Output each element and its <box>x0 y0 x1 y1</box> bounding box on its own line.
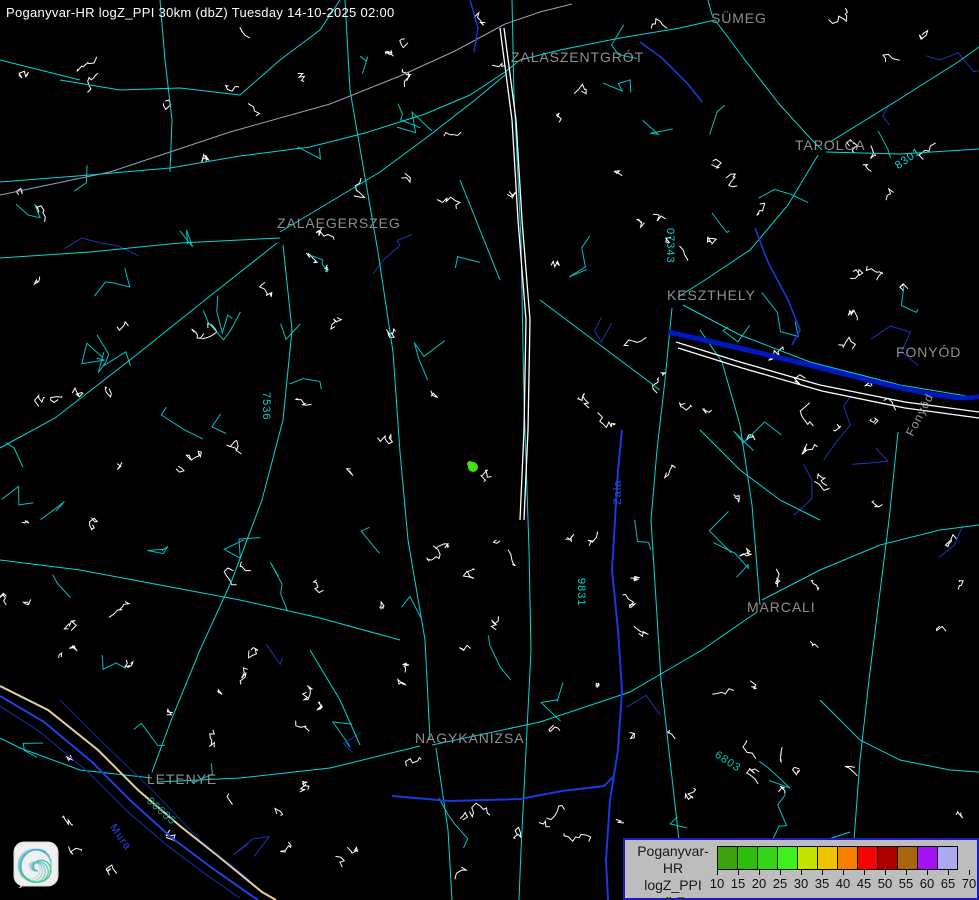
legend-tick <box>738 870 739 875</box>
legend-cell-15 <box>737 846 758 870</box>
legend-color-bar <box>717 846 958 870</box>
radar-map <box>0 0 979 900</box>
legend-cell-10 <box>717 846 738 870</box>
radar-screen: SÜMEG ZALASZENTGRÓT TAPOLCA ZALAEGERSZEG… <box>0 0 979 900</box>
legend-cell-55 <box>897 846 918 870</box>
spiral-logo-icon <box>13 841 59 887</box>
legend-tick <box>927 870 928 875</box>
legend-tick-label: 45 <box>857 876 871 891</box>
legend-cell-50 <box>877 846 898 870</box>
legend-tick-label: 40 <box>836 876 850 891</box>
legend-cell-25 <box>777 846 798 870</box>
legend-tick <box>948 870 949 875</box>
legend-tick-label: 50 <box>878 876 892 891</box>
legend-tick-label: 25 <box>773 876 787 891</box>
legend-tick-label: 55 <box>899 876 913 891</box>
legend-radar-name: Poganyvar-HR <box>631 843 715 877</box>
radar-echo <box>467 461 478 472</box>
legend-tick <box>906 870 907 875</box>
met-logo <box>13 841 59 887</box>
legend-tick-label: 15 <box>731 876 745 891</box>
legend-tick-label: 35 <box>815 876 829 891</box>
legend-tick-label: 65 <box>941 876 955 891</box>
radar-product-title: Poganyvar-HR logZ_PPI 30km (dbZ) Tuesday… <box>6 5 395 20</box>
legend-cell-45 <box>857 846 878 870</box>
legend-tick <box>717 870 718 875</box>
railway-lines <box>0 4 572 195</box>
legend-cell-65 <box>937 846 958 870</box>
legend-cell-35 <box>817 846 838 870</box>
legend-text-block: Poganyvar-HR logZ_PPI dbZ <box>631 843 715 900</box>
legend-cell-60 <box>917 846 938 870</box>
legend-tick <box>843 870 844 875</box>
legend-tick <box>822 870 823 875</box>
legend-tick <box>759 870 760 875</box>
legend-panel: Poganyvar-HR logZ_PPI dbZ 10 15 20 25 30 35 40… <box>623 838 979 900</box>
legend-tick <box>864 870 865 875</box>
legend-tick-label: 30 <box>794 876 808 891</box>
legend-tick <box>780 870 781 875</box>
legend-tick-label: 20 <box>752 876 766 891</box>
legend-tick-label: 10 <box>710 876 724 891</box>
rivers <box>392 0 979 900</box>
legend-tick <box>801 870 802 875</box>
major-roads <box>0 0 979 900</box>
lakeside-road <box>500 28 979 520</box>
legend-cell-20 <box>757 846 778 870</box>
legend-tick <box>969 870 970 875</box>
settlement-outlines <box>0 8 978 888</box>
legend-tick <box>885 870 886 875</box>
legend-cell-30 <box>797 846 818 870</box>
legend-tick-label: 70 <box>962 876 976 891</box>
legend-cell-40 <box>837 846 858 870</box>
legend-product: logZ_PPI <box>631 877 715 894</box>
legend-unit: dbZ <box>631 894 715 900</box>
legend-tick-label: 60 <box>920 876 934 891</box>
